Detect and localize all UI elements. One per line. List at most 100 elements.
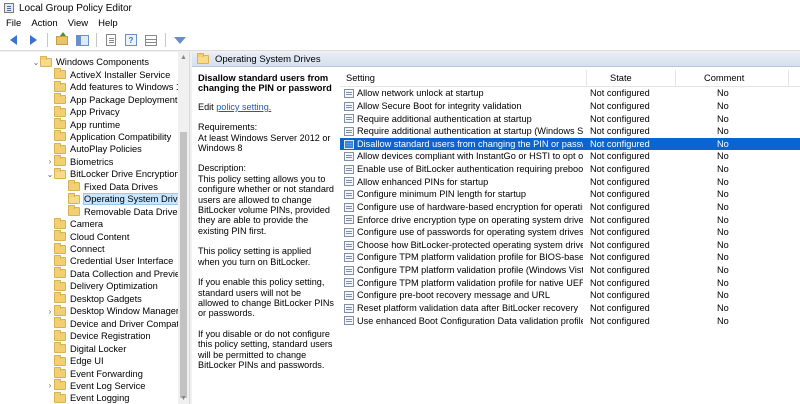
menu-view[interactable]: View: [68, 18, 88, 29]
tree-item[interactable]: Operating System Drives: [60, 193, 187, 206]
folder-icon: [54, 132, 66, 141]
column-divider[interactable]: [788, 70, 789, 86]
expanded-chevron-icon[interactable]: ⌄: [32, 58, 40, 67]
up-folder-icon[interactable]: [55, 33, 69, 47]
policy-row[interactable]: Allow network unlock at startupNot confi…: [340, 87, 800, 100]
tree-item[interactable]: AutoPlay Policies: [46, 143, 142, 156]
tree-item[interactable]: Data Collection and Preview B: [46, 268, 190, 281]
tree-item[interactable]: Device Registration: [46, 330, 151, 343]
tree-item[interactable]: Cloud Content: [46, 230, 129, 243]
policy-row[interactable]: Configure TPM platform validation profil…: [340, 276, 800, 289]
tree-item-label: Event Forwarding: [70, 369, 143, 379]
policy-state: Not configured: [590, 252, 690, 262]
menu-action[interactable]: Action: [31, 18, 57, 29]
properties-icon[interactable]: [144, 33, 158, 47]
tree-item[interactable]: ›Event Log Service: [46, 380, 145, 393]
tree-item[interactable]: Fixed Data Drives: [60, 181, 158, 194]
tree-item[interactable]: Add features to Windows 10: [46, 81, 186, 94]
policy-state: Not configured: [590, 139, 690, 149]
tree-item[interactable]: App Privacy: [46, 106, 120, 119]
policy-row[interactable]: Configure use of passwords for operating…: [340, 226, 800, 239]
policy-row[interactable]: Configure use of hardware-based encrypti…: [340, 201, 800, 214]
menu-help[interactable]: Help: [98, 18, 118, 29]
policy-row[interactable]: Configure pre-boot recovery message and …: [340, 289, 800, 302]
policy-setting-icon: [344, 127, 354, 136]
scroll-down-icon[interactable]: ▼: [178, 393, 189, 404]
tree-item[interactable]: Event Logging: [46, 392, 129, 404]
tree-item[interactable]: Device and Driver Compatibil: [46, 317, 190, 330]
toolbar: ?: [0, 30, 800, 51]
policy-row[interactable]: Enable use of BitLocker authentication r…: [340, 163, 800, 176]
toolbar-separator: [47, 33, 48, 47]
tree-item[interactable]: Desktop Gadgets: [46, 293, 142, 306]
tree-item[interactable]: Edge UI: [46, 355, 104, 368]
column-header-setting[interactable]: Setting: [346, 73, 375, 83]
policy-row[interactable]: Reset platform validation data after Bit…: [340, 302, 800, 315]
export-list-icon[interactable]: [104, 33, 118, 47]
policy-row[interactable]: Use enhanced Boot Configuration Data val…: [340, 314, 800, 327]
help-icon[interactable]: ?: [124, 33, 138, 47]
policy-row[interactable]: Allow devices compliant with InstantGo o…: [340, 150, 800, 163]
show-hide-tree-icon[interactable]: [75, 33, 89, 47]
policy-row[interactable]: Disallow standard users from changing th…: [340, 138, 800, 151]
tree-item-label: BitLocker Drive Encryption: [70, 169, 180, 179]
policy-row[interactable]: Configure minimum PIN length for startup…: [340, 188, 800, 201]
folder-icon: [54, 269, 66, 278]
folder-icon: [68, 207, 80, 216]
tree-item[interactable]: Application Compatibility: [46, 131, 171, 144]
policy-row[interactable]: Require additional authentication at sta…: [340, 125, 800, 138]
policy-comment: No: [717, 240, 777, 250]
tree-item-label: Data Collection and Preview B: [70, 269, 190, 279]
policy-setting-icon: [344, 278, 354, 287]
policy-row[interactable]: Enforce drive encryption type on operati…: [340, 213, 800, 226]
scroll-thumb[interactable]: [180, 132, 187, 398]
tree-item[interactable]: App runtime: [46, 118, 120, 131]
tree-scrollbar[interactable]: ▲ ▼: [178, 52, 189, 404]
policy-setting-name: Enforce drive encryption type on operati…: [357, 215, 583, 225]
tree-item[interactable]: Connect: [46, 243, 105, 256]
policy-row[interactable]: Configure TPM platform validation profil…: [340, 251, 800, 264]
collapsed-chevron-icon[interactable]: ›: [46, 307, 54, 316]
policy-row[interactable]: Configure TPM platform validation profil…: [340, 264, 800, 277]
group-policy-app-icon: [4, 3, 14, 13]
policy-setting-name: Use enhanced Boot Configuration Data val…: [357, 316, 583, 326]
expanded-chevron-icon[interactable]: ⌄: [46, 170, 54, 179]
menu-file[interactable]: File: [6, 18, 21, 29]
policy-row[interactable]: Allow enhanced PINs for startupNot confi…: [340, 175, 800, 188]
policy-row[interactable]: Require additional authentication at sta…: [340, 112, 800, 125]
tree-item[interactable]: Camera: [46, 218, 103, 231]
filter-icon[interactable]: [173, 33, 187, 47]
column-header-state[interactable]: State: [610, 73, 632, 83]
tree-item[interactable]: App Package Deployment: [46, 93, 178, 106]
tree-item[interactable]: ›Biometrics: [46, 156, 113, 169]
tree-item[interactable]: Removable Data Drives: [60, 205, 182, 218]
column-divider[interactable]: [586, 70, 587, 86]
extended-description-pane: Disallow standard users from changing th…: [192, 67, 340, 404]
back-icon[interactable]: [6, 33, 20, 47]
policy-comment: No: [717, 114, 777, 124]
policy-state: Not configured: [590, 303, 690, 313]
policy-comment: No: [717, 252, 777, 262]
policy-row[interactable]: Allow Secure Boot for integrity validati…: [340, 100, 800, 113]
tree-item[interactable]: ⌄ BitLocker Drive Encryption: [46, 168, 180, 181]
forward-icon[interactable]: [26, 33, 40, 47]
policy-state: Not configured: [590, 215, 690, 225]
tree-item[interactable]: Credential User Interface: [46, 255, 173, 268]
column-divider[interactable]: [675, 70, 676, 86]
column-header-comment[interactable]: Comment: [704, 73, 744, 83]
collapsed-chevron-icon[interactable]: ›: [46, 157, 54, 166]
collapsed-chevron-icon[interactable]: ›: [46, 381, 54, 390]
tree-item[interactable]: Event Forwarding: [46, 367, 143, 380]
tree-item-label: Removable Data Drives: [84, 207, 182, 217]
policy-comment: No: [717, 126, 777, 136]
policy-state: Not configured: [590, 316, 690, 326]
tree-item[interactable]: Delivery Optimization: [46, 280, 158, 293]
folder-icon: [54, 257, 66, 266]
tree-item[interactable]: ActiveX Installer Service: [46, 68, 170, 81]
scroll-up-icon[interactable]: ▲: [178, 52, 189, 63]
edit-policy-link[interactable]: policy setting.: [216, 102, 271, 112]
policy-row[interactable]: Choose how BitLocker-protected operating…: [340, 239, 800, 252]
tree-item[interactable]: Digital Locker: [46, 342, 126, 355]
tree-item[interactable]: ›Desktop Window Manager: [46, 305, 179, 318]
tree-item[interactable]: ⌄Windows Components: [32, 56, 149, 69]
